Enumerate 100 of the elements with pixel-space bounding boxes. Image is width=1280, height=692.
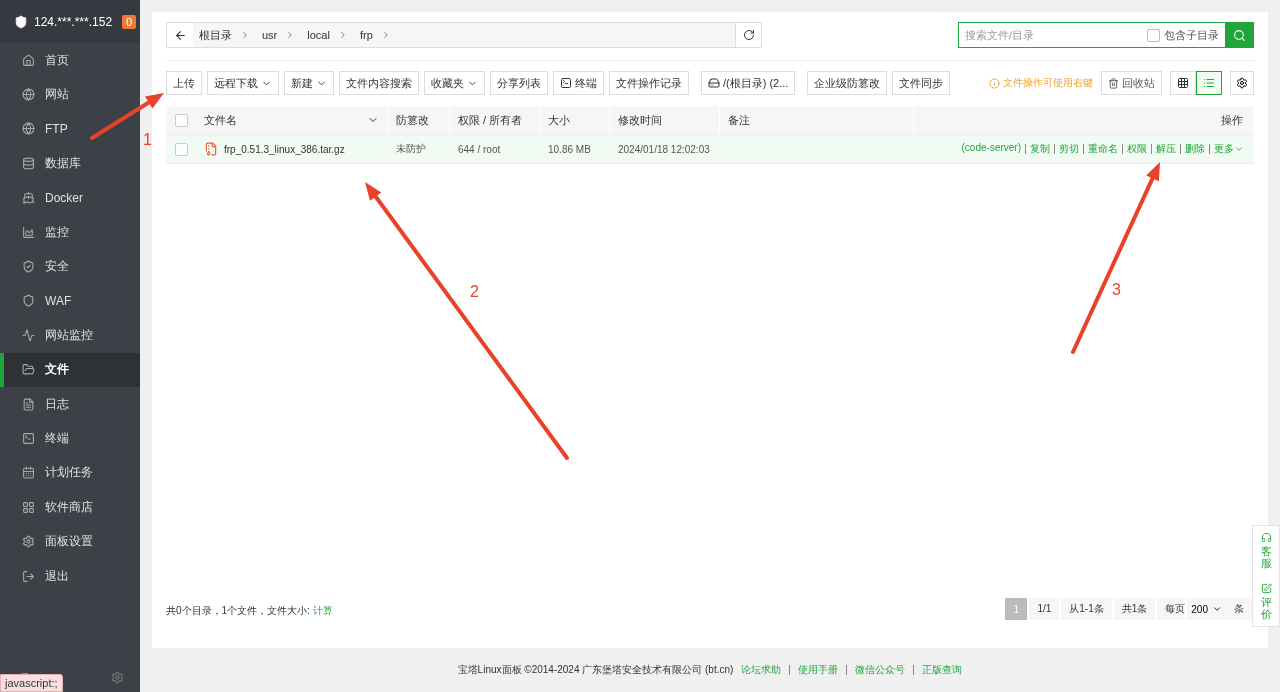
back-icon (173, 28, 187, 42)
column-header[interactable]: 文件名 (204, 112, 237, 128)
search-field[interactable]: 搜索文件/目录 包含子目录 (958, 22, 1254, 48)
settings-icon[interactable] (111, 670, 124, 684)
logo-icon (14, 14, 28, 29)
menu-icon (22, 466, 35, 480)
settings-icon (1236, 77, 1248, 89)
breadcrumb-item[interactable]: local (301, 29, 354, 41)
sidebar-item[interactable]: 终端 (0, 421, 140, 456)
menu-icon (22, 260, 35, 274)
toolbar-button[interactable]: 收藏夹 (424, 71, 485, 95)
grid-view-button[interactable] (1170, 71, 1196, 95)
grid-icon (1177, 77, 1189, 89)
menu-icon (22, 535, 35, 549)
toolbar-button[interactable]: 上传 (166, 71, 202, 95)
breadcrumb-item[interactable]: 根目录 (193, 27, 256, 43)
sidebar-item[interactable]: 文件 (0, 352, 140, 387)
caret-icon (1212, 604, 1222, 614)
sidebar-item[interactable]: Docker (0, 180, 140, 215)
menu-icon (22, 294, 35, 308)
trash-icon (1108, 77, 1119, 89)
breadcrumb-item[interactable]: usr (256, 29, 302, 41)
menu-icon (22, 569, 35, 583)
menu-icon (22, 225, 35, 239)
caret-icon (1234, 144, 1244, 154)
sidebar-item[interactable]: 网站 (0, 77, 140, 112)
sidebar-item[interactable]: 日志 (0, 386, 140, 422)
annotation-number: 3 (1112, 281, 1121, 299)
search-button[interactable] (1225, 23, 1253, 47)
page-info: 每页 (1157, 598, 1186, 620)
column-header: 操作 (1221, 112, 1243, 128)
toolbar-button[interactable]: /(根目录) (2... (701, 71, 796, 95)
chevron-icon (240, 30, 250, 40)
table-cell-text: 10.86 MB (547, 143, 592, 155)
sidebar-item[interactable]: 退出 (0, 558, 140, 594)
sidebar-item[interactable]: 计划任务 (0, 455, 140, 491)
sidebar-item[interactable]: 监控 (0, 214, 140, 250)
subdirectory-checkbox[interactable]: 包含子目录 (1147, 27, 1225, 43)
breadcrumb-item[interactable]: frp (353, 29, 397, 41)
menu-icon (22, 191, 35, 205)
menu-icon (22, 432, 35, 445)
sidebar-item[interactable]: 网站监控 (0, 318, 140, 353)
info-icon (989, 77, 1000, 89)
sidebar-item[interactable]: 数据库 (0, 146, 140, 181)
annotation-number: 1 (143, 131, 152, 149)
menu-icon (22, 500, 35, 514)
toolbar-button[interactable]: 新建 (284, 71, 334, 95)
menu-icon (22, 122, 35, 136)
table-cell-text: 未防护 (395, 142, 427, 156)
summary-text: 共0个目录，1个文件，文件大小: (166, 605, 310, 616)
refresh-button[interactable] (735, 23, 761, 47)
archive-file-icon (204, 142, 218, 156)
annotation-number: 2 (470, 283, 479, 301)
row-checkbox[interactable] (175, 142, 188, 156)
file-row[interactable]: frp_0.51.3_linux_386.tar.gz 未防护 644 / root 10.86 MB 2024/01/18 12:02:03 (code-server) 复制 剪切 重命名 权限 解压 删除 更多 (166, 135, 1254, 164)
context-menu-hint: 文件操作可使用右键 (989, 76, 1093, 90)
sidebar-item[interactable]: 软件商店 (0, 490, 140, 525)
menu-icon (22, 156, 35, 170)
column-header[interactable]: 修改时间 (618, 112, 662, 128)
menu-icon (22, 88, 35, 102)
toolbar-button[interactable]: 终端 (553, 71, 604, 95)
menu-icon (22, 363, 35, 377)
toolbar-button[interactable]: 文件同步 (892, 71, 951, 95)
server-address: 124.***.***.152 (34, 14, 114, 29)
copyright-text: 宝塔Linux面板 ©2014-2024 广东堡塔安全技术有限公司 (bt.cn) (457, 663, 734, 677)
column-header[interactable]: 大小 (548, 112, 570, 128)
select-all-checkbox[interactable] (175, 113, 188, 127)
toolbar-button[interactable]: 企业级防篡改 (807, 71, 888, 95)
search-icon (1232, 28, 1246, 42)
back-button[interactable] (167, 23, 193, 47)
file-name[interactable]: frp_0.51.3_linux_386.tar.gz (196, 142, 388, 156)
column-header[interactable]: 权限 / 所有者 (458, 112, 523, 128)
page-info: 1/1 (1029, 598, 1060, 620)
page-info: 共1条 (1113, 598, 1156, 620)
edit-icon (1260, 583, 1272, 595)
page-info: 从1-1条 (1061, 598, 1112, 620)
menu-icon (22, 53, 35, 67)
sidebar-item[interactable]: FTP (0, 111, 140, 147)
toolbar-button[interactable]: 分享列表 (490, 71, 548, 95)
refresh-icon (742, 29, 755, 41)
status-tooltip: javascript:; (0, 674, 63, 692)
toolbar-button[interactable]: 文件内容搜索 (339, 71, 419, 95)
column-header[interactable]: 防篡改 (396, 112, 429, 128)
settings-button[interactable] (1230, 71, 1254, 95)
headset-icon (1260, 532, 1272, 543)
sidebar-item[interactable]: WAF (0, 283, 140, 319)
sidebar-item[interactable]: 首页 (0, 43, 140, 78)
column-header[interactable]: 备注 (728, 112, 750, 128)
page-size-select[interactable]: 200 (1187, 598, 1226, 620)
sidebar-item[interactable]: 安全 (0, 249, 140, 284)
toolbar-button[interactable]: 文件操作记录 (609, 71, 689, 95)
table-cell-text: 2024/01/18 12:02:03 (617, 143, 711, 155)
page-info: 条 (1226, 598, 1252, 620)
recycle-bin-button[interactable]: 回收站 (1101, 71, 1162, 95)
terminal-icon (560, 77, 572, 89)
sidebar-item[interactable]: 面板设置 (0, 524, 140, 559)
menu-icon (22, 397, 35, 411)
toolbar-button[interactable]: 远程下载 (207, 71, 279, 95)
table-cell-text: 644 / root (457, 143, 502, 155)
menu-icon (22, 328, 35, 342)
